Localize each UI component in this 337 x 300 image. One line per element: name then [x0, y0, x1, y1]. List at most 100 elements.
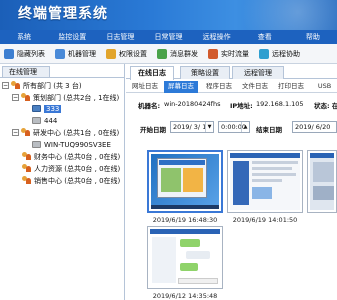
screenshot-caption: 2019/6/19 14:01:50 [232, 216, 298, 224]
machine-info: 机器名: win-20180424fhs IP地址: 192.168.1.105… [126, 100, 337, 112]
computer-online-icon [32, 105, 41, 112]
group-icon [22, 164, 32, 173]
tree-group-finance[interactable]: 财务中心 (总共0台 , 0在线) [22, 151, 120, 162]
screenshot-thumbnail[interactable] [307, 150, 337, 213]
ip-label: IP地址: [230, 102, 253, 110]
date-filter: 开始日期 2019/ 3/ 1 ▼ 0:00:00 ▲ 结束日期 2019/ 6… [126, 121, 337, 135]
status-label: 状态: 在 [314, 102, 337, 110]
tree-group-planning[interactable]: − 策划部门 (总共2台 , 1在线) [12, 92, 119, 103]
group-icon [21, 93, 31, 102]
tree-root-label: 所有部门 (共 3 台) [23, 81, 82, 90]
tree-group-rnd[interactable]: − 研发中心 (总共1台 , 0在线) [12, 127, 119, 138]
remote-assist-button[interactable]: 远程协助 [255, 44, 304, 64]
tree-machine-333[interactable]: 333 [32, 103, 62, 114]
screenshot-image [151, 154, 219, 209]
tab-program-log[interactable]: 程序日志 [202, 81, 236, 93]
title-bar: 终端管理系统 [0, 0, 337, 30]
tree-group-sales[interactable]: 销售中心 (总共0台 , 0在线) [22, 175, 120, 186]
collapse-icon[interactable]: − [2, 82, 9, 89]
ip-value: 192.168.1.105 [256, 100, 304, 108]
group-icon [22, 176, 32, 185]
machine-name-value: win-20180424fhs [164, 100, 221, 108]
remote-icon [259, 48, 269, 59]
tab-online-management[interactable]: 在线管理 [2, 66, 50, 77]
app-title: 终端管理系统 [18, 6, 108, 22]
tree-group-label: 策划部门 (总共2台 , 1在线) [33, 93, 120, 102]
machine-management-button[interactable]: 机器管理 [51, 44, 100, 64]
log-tabs: 网址日志 屏幕日志 程序日志 文件日志 打印日志 USB [126, 81, 337, 93]
tab-usb-log[interactable]: USB [312, 81, 337, 93]
chevron-down-icon[interactable]: ▼ [205, 122, 213, 132]
screenshot-thumbnail[interactable] [147, 226, 223, 289]
message-icon [157, 48, 167, 59]
spin-icon[interactable]: ▲ [241, 122, 249, 132]
tree-group-label: 研发中心 (总共1台 , 0在线) [33, 128, 120, 137]
permission-settings-button[interactable]: 权限设置 [102, 44, 151, 64]
list-icon [4, 48, 14, 59]
remote-assist-label: 远程协助 [272, 49, 300, 58]
tab-url-log[interactable]: 网址日志 [128, 81, 162, 93]
broadcast-message-label: 消息群发 [170, 49, 198, 58]
start-date-value: 2019/ 3/ 1 [173, 123, 207, 131]
end-date-picker[interactable]: 2019/ 6/20 [292, 121, 337, 133]
permission-settings-label: 权限设置 [119, 49, 147, 58]
collapse-icon[interactable]: − [12, 94, 19, 101]
realtime-traffic-button[interactable]: 实时流量 [204, 44, 253, 64]
group-icon [21, 128, 31, 137]
start-date-label: 开始日期 [140, 126, 166, 134]
tree-machine-444[interactable]: 444 [32, 115, 57, 126]
end-date-label: 结束日期 [256, 126, 282, 134]
screenshot-image [310, 153, 334, 210]
tree-machine-win[interactable]: WIN-TUQ990SV3EE [32, 139, 111, 150]
menu-daily-management[interactable]: 日常管理 [144, 30, 192, 44]
menu-help[interactable]: 帮助 [289, 30, 337, 44]
machine-management-label: 机器管理 [68, 49, 96, 58]
toolbar: 隐藏列表 机器管理 权限设置 消息群发 实时流量 远程协助 [0, 44, 337, 64]
broadcast-message-button[interactable]: 消息群发 [153, 44, 202, 64]
screenshot-gallery: 2019/6/19 16:48:30 2019/6/19 14:01:50 20… [126, 142, 337, 300]
hide-list-button[interactable]: 隐藏列表 [0, 44, 49, 64]
tab-divider [0, 77, 125, 78]
main-panel: 在线日志 策略设置 远程管理 网址日志 屏幕日志 程序日志 文件日志 打印日志 … [126, 64, 337, 300]
start-date-picker[interactable]: 2019/ 3/ 1 ▼ [170, 121, 214, 133]
start-time-field[interactable]: 0:00:00 ▲ [218, 121, 250, 133]
tab-online-log[interactable]: 在线日志 [130, 66, 174, 80]
screenshot-image [150, 229, 220, 286]
hide-list-label: 隐藏列表 [17, 49, 45, 58]
main-tabs: 在线日志 策略设置 远程管理 [126, 66, 337, 80]
tree-root[interactable]: − 所有部门 (共 3 台) [2, 80, 82, 91]
menu-log-management[interactable]: 日志管理 [96, 30, 144, 44]
group-icon [22, 152, 32, 161]
screenshot-caption: 2019/6/12 14:35:48 [152, 292, 218, 300]
screenshot-thumbnail[interactable] [147, 150, 223, 213]
end-date-value: 2019/ 6/20 [295, 123, 331, 131]
tab-file-log[interactable]: 文件日志 [238, 81, 272, 93]
menu-monitor-settings[interactable]: 监控设置 [48, 30, 96, 44]
computer-icon [55, 48, 65, 59]
tab-policy-settings[interactable]: 策略设置 [180, 66, 230, 79]
screenshot-caption: 2019/6/19 16:48:30 [152, 216, 218, 224]
collapse-icon[interactable]: − [12, 129, 19, 136]
screenshot-thumbnail[interactable] [227, 150, 303, 213]
tree-machine-label: WIN-TUQ990SV3EE [44, 140, 111, 149]
tab-remote-management[interactable]: 远程管理 [232, 66, 284, 79]
tree-group-label: 人力资源 (总共0台 , 0在线) [34, 164, 121, 173]
menu-remote-operations[interactable]: 远程操作 [193, 30, 241, 44]
tab-screen-log[interactable]: 屏幕日志 [164, 81, 198, 93]
tree-group-label: 销售中心 (总共0台 , 0在线) [34, 176, 121, 185]
tree-machine-label: 333 [44, 104, 62, 113]
traffic-icon [208, 48, 218, 59]
tree-machine-label: 444 [44, 116, 58, 125]
tree-group-label: 财务中心 (总共0台 , 0在线) [34, 152, 121, 161]
tab-print-log[interactable]: 打印日志 [274, 81, 308, 93]
title-decoration [207, 0, 337, 30]
menu-system[interactable]: 系统 [0, 30, 48, 44]
left-panel: 在线管理 − 所有部门 (共 3 台) − 策划部门 (总共2台 , 1在线) … [0, 64, 125, 300]
computer-offline-icon [32, 141, 41, 148]
menu-view[interactable]: 查看 [241, 30, 289, 44]
machine-name-label: 机器名: [138, 102, 161, 110]
screenshot-image [230, 153, 300, 210]
group-icon [11, 81, 21, 90]
tree-group-hr[interactable]: 人力资源 (总共0台 , 0在线) [22, 163, 120, 174]
computer-offline-icon [32, 117, 41, 124]
